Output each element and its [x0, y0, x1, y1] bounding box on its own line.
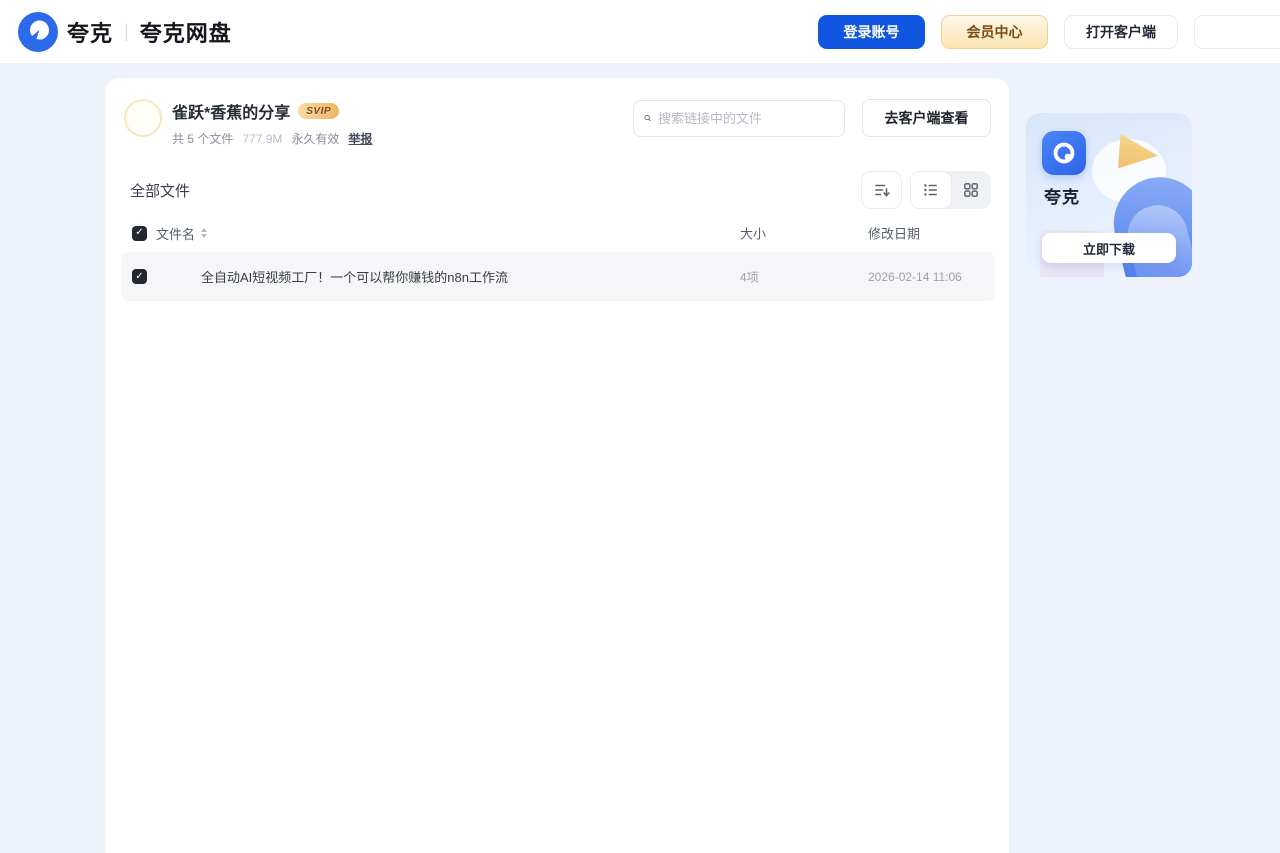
- quark-logo-icon: [18, 11, 58, 52]
- list-view-icon: [923, 184, 937, 196]
- search-input[interactable]: [658, 110, 834, 126]
- share-header-actions: 去客户端查看: [633, 99, 991, 137]
- search-box[interactable]: [633, 99, 845, 137]
- all-files-title: 全部文件: [130, 182, 191, 200]
- view-in-client-button[interactable]: 去客户端查看: [862, 99, 991, 137]
- column-header-date: 修改日期: [868, 226, 921, 242]
- file-icon-placeholder: [163, 261, 201, 293]
- sharer-avatar: [124, 99, 162, 137]
- list-view-button[interactable]: [910, 171, 952, 209]
- file-section-row: 全部文件: [105, 147, 1009, 209]
- grid-view-icon: [964, 182, 979, 197]
- file-table-header: ✓ 文件名 大小 修改日期: [105, 223, 1009, 243]
- product-name: 夸克网盘: [139, 20, 232, 46]
- file-size: 4项: [740, 270, 759, 284]
- view-mode-toggle: [910, 171, 991, 209]
- share-validity: 永久有效: [291, 132, 340, 146]
- top-navigation-bar: 夸克 | 夸克网盘 登录账号 会员中心 打开客户端: [0, 0, 1280, 64]
- svip-badge: SVIP: [298, 103, 340, 119]
- login-button[interactable]: 登录账号: [818, 14, 925, 49]
- grid-view-button[interactable]: [952, 171, 992, 209]
- sort-icon: [874, 184, 890, 197]
- share-total-size: 777.9M: [242, 131, 283, 146]
- brand-divider: |: [124, 21, 129, 41]
- empty-header-button[interactable]: [1194, 14, 1280, 49]
- report-link[interactable]: 举报: [348, 130, 372, 147]
- file-name[interactable]: 全自动AI短视频工厂！一个可以帮你赚钱的n8n工作流: [201, 267, 508, 286]
- share-title: 雀跃*香蕉的分享: [172, 105, 291, 122]
- brand-logo-group: 夸克 | 夸克网盘: [18, 11, 232, 52]
- sort-button[interactable]: [861, 171, 902, 209]
- open-client-button[interactable]: 打开客户端: [1064, 14, 1178, 49]
- share-content-card: 雀跃*香蕉的分享 SVIP 共 5 个文件 777.9M 永久有效 举报 去客户…: [105, 78, 1009, 853]
- share-file-count: 共 5 个文件: [172, 132, 234, 146]
- row-checkbox[interactable]: ✓: [132, 269, 147, 284]
- file-row[interactable]: ✓ 全自动AI短视频工厂！一个可以帮你赚钱的n8n工作流 4项 2026-02-…: [121, 252, 995, 301]
- sort-carets-icon[interactable]: [201, 228, 208, 238]
- share-header: 雀跃*香蕉的分享 SVIP 共 5 个文件 777.9M 永久有效 举报 去客户…: [105, 78, 1009, 147]
- download-now-button[interactable]: 立即下载: [1042, 233, 1176, 263]
- column-header-name[interactable]: 文件名: [156, 224, 195, 243]
- share-meta: 共 5 个文件 777.9M 永久有效 举报: [172, 130, 372, 147]
- select-all-checkbox[interactable]: ✓: [132, 225, 147, 241]
- header-actions: 登录账号 会员中心 打开客户端: [818, 14, 1280, 49]
- share-info: 雀跃*香蕉的分享 SVIP 共 5 个文件 777.9M 永久有效 举报: [172, 99, 372, 147]
- quark-app-icon: [1042, 131, 1086, 175]
- brand-name: 夸克: [67, 20, 114, 46]
- search-icon: [644, 115, 651, 122]
- column-header-size: 大小: [740, 226, 767, 242]
- vip-center-button[interactable]: 会员中心: [941, 14, 1048, 49]
- quark-app-glyph-icon: [1053, 142, 1075, 164]
- promo-app-name: 夸克: [1044, 188, 1080, 207]
- view-controls: [861, 171, 991, 209]
- file-date: 2026-02-14 11:06: [868, 269, 962, 284]
- app-download-promo-card: 夸克 立即下载: [1026, 113, 1192, 277]
